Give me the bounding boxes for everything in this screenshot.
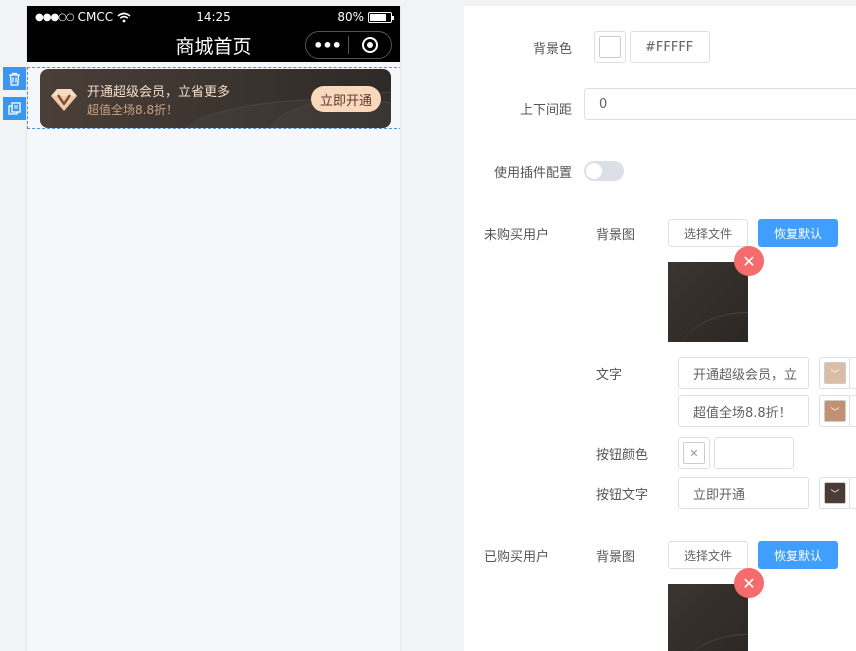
config-panel: 背景色 #FFFFF 上下间距 0 使用插件配置 未购买用户 背景图 选择文件 … (464, 6, 856, 651)
more-icon[interactable]: ••• (306, 36, 348, 55)
close-target-icon[interactable] (349, 37, 391, 53)
button-color-input[interactable] (714, 437, 794, 469)
text2-input[interactable]: 超值全场8.8折！ (678, 395, 809, 427)
vip-card[interactable]: 开通超级会员，立省更多 超值全场8.8折！ 立即开通 (40, 69, 391, 128)
status-bar: ●●●○○ CMCC 14:25 80% (27, 6, 400, 28)
text1-color-input[interactable] (849, 357, 856, 389)
margin-label: 上下间距 (519, 103, 572, 118)
bg-color-label: 背景色 (532, 42, 572, 57)
purchased-restore-default-button[interactable]: 恢复默认 (758, 541, 838, 569)
button-text-color-input[interactable] (849, 477, 856, 509)
text-label: 文字 (596, 368, 623, 383)
vip-open-button[interactable]: 立即开通 (311, 86, 381, 112)
mini-program-capsule[interactable]: ••• (305, 31, 392, 59)
button-text-color-picker[interactable]: ﹀ (819, 477, 851, 509)
plugin-config-toggle[interactable] (584, 161, 624, 181)
bg-color-input[interactable]: #FFFFF (630, 31, 710, 63)
nav-bar: 商城首页 ••• (27, 28, 400, 62)
vip-card-component[interactable]: 开通超级会员，立省更多 超值全场8.8折！ 立即开通 (27, 67, 400, 129)
button-color-label: 按钮颜色 (596, 448, 649, 463)
purchased-bg-thumbnail (668, 584, 748, 651)
unpurchased-bg-image-label: 背景图 (596, 228, 636, 243)
chevron-down-icon: ﹀ (830, 407, 840, 418)
wifi-icon (117, 12, 131, 22)
battery-icon (368, 11, 394, 23)
unpurchased-bg-thumbnail (668, 262, 748, 342)
page-title: 商城首页 (175, 35, 252, 58)
battery-percent: 80% (337, 10, 364, 24)
purchased-remove-image-button[interactable]: ✕ (734, 568, 764, 598)
copy-icon (8, 102, 21, 115)
vip-text-line2: 超值全场8.8折！ (87, 103, 179, 117)
purchased-choose-file-button[interactable]: 选择文件 (668, 541, 748, 569)
close-icon: ✕ (742, 251, 756, 271)
plugin-config-label: 使用插件配置 (493, 166, 572, 181)
phone-preview: ●●●○○ CMCC 14:25 80% 商城首页 ••• 开通超级会员，立省更… (26, 6, 401, 651)
text2-color-input[interactable] (849, 395, 856, 427)
unpurchased-restore-default-button[interactable]: 恢复默认 (758, 219, 838, 247)
chevron-down-icon: ﹀ (830, 489, 840, 500)
text1-color-picker[interactable]: ﹀ (819, 357, 851, 389)
unpurchased-choose-file-button[interactable]: 选择文件 (668, 219, 748, 247)
button-text-label: 按钮文字 (596, 488, 649, 503)
delete-component-button[interactable] (3, 67, 26, 90)
carrier-label: CMCC (77, 10, 114, 24)
bg-color-picker[interactable] (594, 31, 626, 63)
purchased-bg-image-label: 背景图 (596, 550, 636, 565)
vip-text-line1: 开通超级会员，立省更多 (87, 85, 231, 100)
unpurchased-users-label: 未购买用户 (484, 228, 550, 243)
signal-icon: ●●●○○ (35, 11, 75, 23)
button-color-picker[interactable]: ✕ (678, 437, 710, 469)
margin-input[interactable]: 0 (584, 88, 856, 120)
vip-diamond-icon (51, 89, 77, 111)
button-text-input[interactable]: 立即开通 (678, 477, 809, 509)
close-icon: ✕ (742, 573, 756, 593)
chevron-down-icon: ﹀ (830, 369, 840, 380)
unpurchased-remove-image-button[interactable]: ✕ (734, 246, 764, 276)
text1-input[interactable]: 开通超级会员，立 (678, 357, 809, 389)
purchased-users-label: 已购买用户 (484, 550, 550, 565)
trash-icon (9, 72, 20, 86)
copy-component-button[interactable] (3, 97, 26, 120)
no-color-icon: ✕ (689, 446, 699, 460)
text2-color-picker[interactable]: ﹀ (819, 395, 851, 427)
